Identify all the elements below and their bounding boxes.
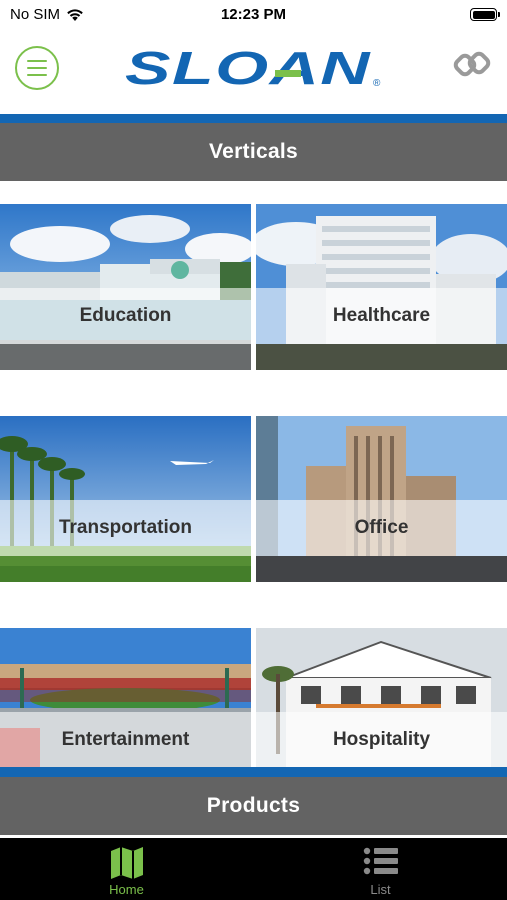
vertical-label: Hospitality [256, 712, 507, 768]
logo-green-bar [275, 70, 301, 77]
app-header: SLOAN ® [0, 30, 507, 114]
battery-icon [470, 8, 500, 21]
status-time: 12:23 PM [220, 6, 287, 23]
tab-label-list: List [370, 882, 391, 897]
vertical-tile-education[interactable]: Education [0, 204, 251, 370]
sloan-logo: SLOAN ® [125, 44, 381, 92]
header-divider [0, 114, 507, 123]
logo-registered-mark: ® [373, 78, 381, 89]
tab-home[interactable]: Home [0, 838, 253, 900]
chain-link-icon[interactable] [451, 43, 493, 85]
section-title-products[interactable]: Products [0, 777, 507, 835]
list-icon [363, 847, 398, 875]
vertical-label: Entertainment [0, 712, 251, 768]
tile-shade [0, 344, 251, 370]
logo-wordmark: SLOAN [125, 44, 371, 92]
vertical-tile-transportation[interactable]: Transportation [0, 416, 251, 582]
vertical-label: Education [0, 288, 251, 344]
map-icon [110, 847, 143, 879]
vertical-label: Office [256, 500, 507, 556]
bottom-tab-bar: Home List [0, 838, 507, 900]
tile-shade [0, 556, 251, 582]
tile-shade [256, 556, 507, 582]
tile-shade [256, 344, 507, 370]
status-bar: No SIM 12:23 PM [0, 0, 507, 30]
vertical-label: Transportation [0, 500, 251, 556]
vertical-tile-office[interactable]: Office [256, 416, 507, 582]
products-divider [0, 767, 507, 777]
tab-list[interactable]: List [254, 838, 507, 900]
tab-label-home: Home [109, 882, 144, 897]
hamburger-menu-icon[interactable] [15, 46, 59, 90]
vertical-tile-healthcare[interactable]: Healthcare [256, 204, 507, 370]
section-title-verticals: Verticals [0, 123, 507, 181]
vertical-label: Healthcare [256, 288, 507, 344]
